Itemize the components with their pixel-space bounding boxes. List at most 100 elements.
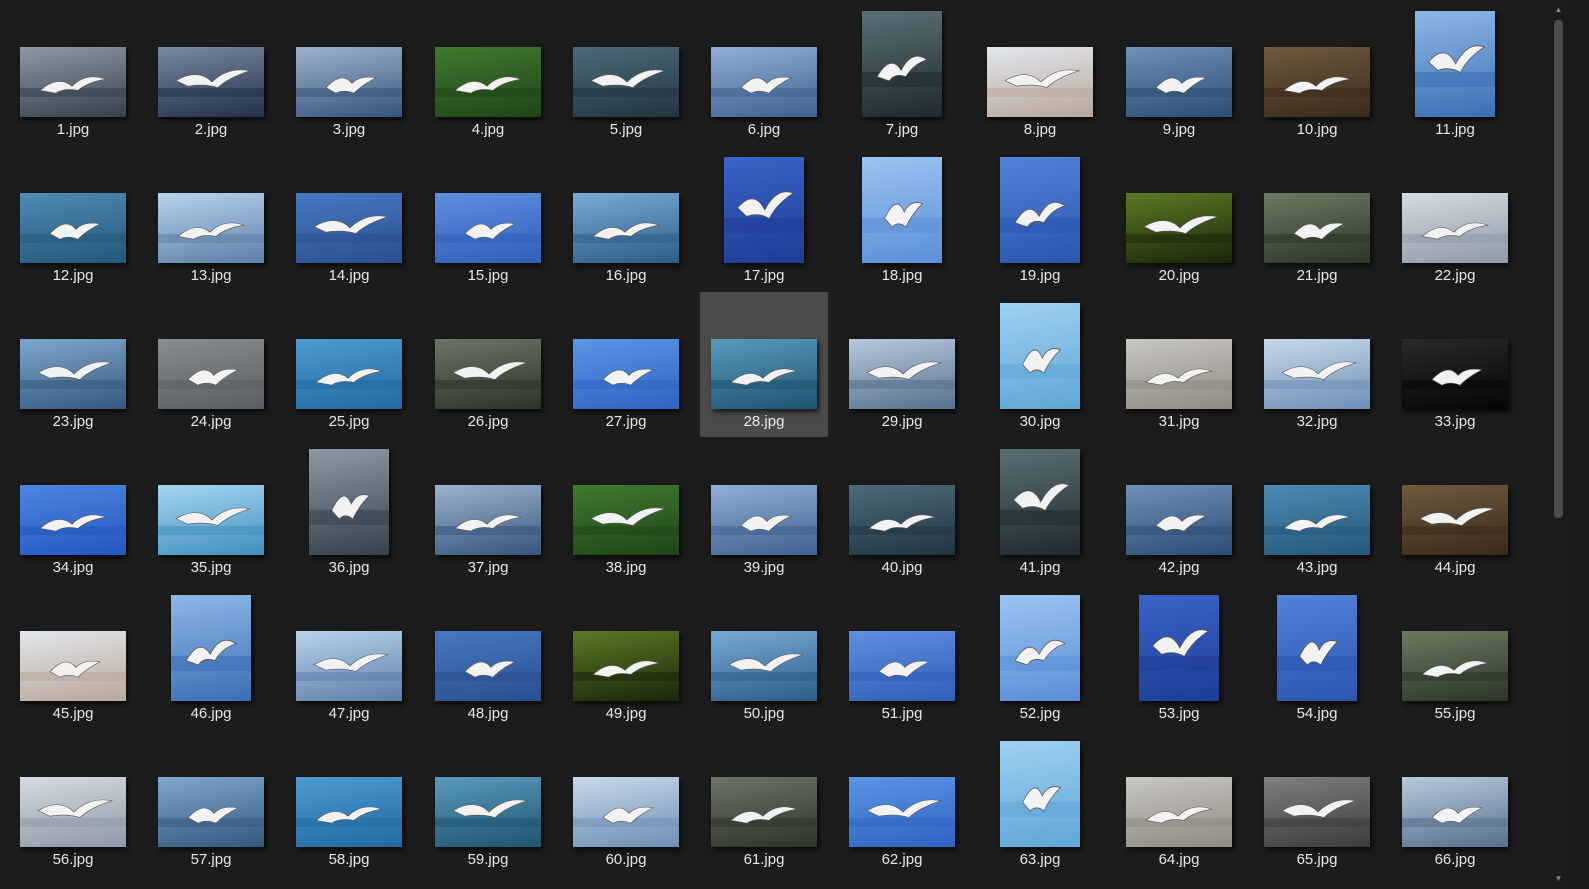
- file-thumbnail-image[interactable]: [1000, 595, 1080, 701]
- file-item[interactable]: 50.jpg: [700, 584, 828, 729]
- file-item[interactable]: 40.jpg: [838, 438, 966, 583]
- file-thumbnail-image[interactable]: [849, 485, 955, 555]
- file-item[interactable]: 1.jpg: [9, 0, 137, 145]
- file-thumbnail-image[interactable]: [987, 47, 1093, 117]
- file-item[interactable]: 42.jpg: [1115, 438, 1243, 583]
- file-item[interactable]: 63.jpg: [976, 730, 1104, 875]
- file-item[interactable]: 24.jpg: [147, 292, 275, 437]
- file-item[interactable]: 53.jpg: [1115, 584, 1243, 729]
- file-thumbnail-image[interactable]: [20, 777, 126, 847]
- file-item[interactable]: 31.jpg: [1115, 292, 1243, 437]
- file-item[interactable]: 13.jpg: [147, 146, 275, 291]
- file-thumbnail-image[interactable]: [1126, 193, 1232, 263]
- scrollbar-thumb[interactable]: [1554, 20, 1563, 518]
- file-thumbnail-image[interactable]: [435, 631, 541, 701]
- file-item[interactable]: 34.jpg: [9, 438, 137, 583]
- file-item[interactable]: 3.jpg: [285, 0, 413, 145]
- file-thumbnail-image[interactable]: [849, 339, 955, 409]
- file-item[interactable]: 43.jpg: [1253, 438, 1381, 583]
- file-thumbnail-image[interactable]: [724, 157, 804, 263]
- file-thumbnail-image[interactable]: [1000, 303, 1080, 409]
- file-item[interactable]: 15.jpg: [424, 146, 552, 291]
- file-thumbnail-image[interactable]: [171, 595, 251, 701]
- file-thumbnail-image[interactable]: [711, 485, 817, 555]
- file-item[interactable]: 4.jpg: [424, 0, 552, 145]
- file-thumbnail-image[interactable]: [849, 631, 955, 701]
- file-item[interactable]: 33.jpg: [1391, 292, 1519, 437]
- file-thumbnail-image[interactable]: [1000, 157, 1080, 263]
- file-item[interactable]: 44.jpg: [1391, 438, 1519, 583]
- scroll-down-arrow-icon[interactable]: ▼: [1550, 871, 1567, 887]
- file-item[interactable]: 46.jpg: [147, 584, 275, 729]
- file-thumbnail-image[interactable]: [435, 339, 541, 409]
- file-thumbnail-image[interactable]: [435, 777, 541, 847]
- file-item[interactable]: 56.jpg: [9, 730, 137, 875]
- file-item[interactable]: 10.jpg: [1253, 0, 1381, 145]
- file-thumbnail-image[interactable]: [573, 631, 679, 701]
- file-item[interactable]: 27.jpg: [562, 292, 690, 437]
- file-thumbnail-image[interactable]: [573, 485, 679, 555]
- file-thumbnail-image[interactable]: [1402, 777, 1508, 847]
- file-thumbnail-image[interactable]: [158, 485, 264, 555]
- file-item[interactable]: 62.jpg: [838, 730, 966, 875]
- file-item[interactable]: 38.jpg: [562, 438, 690, 583]
- file-thumbnail-image[interactable]: [1000, 449, 1080, 555]
- file-thumbnail-image[interactable]: [1402, 485, 1508, 555]
- file-item[interactable]: 16.jpg: [562, 146, 690, 291]
- file-thumbnail-image[interactable]: [1402, 193, 1508, 263]
- file-thumbnail-image[interactable]: [711, 631, 817, 701]
- file-item[interactable]: 9.jpg: [1115, 0, 1243, 145]
- file-thumbnail-image[interactable]: [20, 485, 126, 555]
- file-item[interactable]: 49.jpg: [562, 584, 690, 729]
- file-thumbnail-image[interactable]: [1264, 47, 1370, 117]
- file-thumbnail-image[interactable]: [1126, 339, 1232, 409]
- file-item[interactable]: 17.jpg: [700, 146, 828, 291]
- file-thumbnail-image[interactable]: [1402, 339, 1508, 409]
- file-item[interactable]: 12.jpg: [9, 146, 137, 291]
- file-item[interactable]: 11.jpg: [1391, 0, 1519, 145]
- file-thumbnail-image[interactable]: [1264, 485, 1370, 555]
- file-item[interactable]: 39.jpg: [700, 438, 828, 583]
- file-item[interactable]: 22.jpg: [1391, 146, 1519, 291]
- file-item[interactable]: 66.jpg: [1391, 730, 1519, 875]
- file-item[interactable]: 45.jpg: [9, 584, 137, 729]
- file-item[interactable]: 64.jpg: [1115, 730, 1243, 875]
- file-thumbnail-image[interactable]: [573, 193, 679, 263]
- file-thumbnail-image[interactable]: [573, 777, 679, 847]
- file-item[interactable]: 57.jpg: [147, 730, 275, 875]
- file-thumbnail-image[interactable]: [296, 777, 402, 847]
- file-thumbnail-image[interactable]: [158, 193, 264, 263]
- file-item[interactable]: 48.jpg: [424, 584, 552, 729]
- file-item[interactable]: 14.jpg: [285, 146, 413, 291]
- file-thumbnail-image[interactable]: [711, 47, 817, 117]
- file-item[interactable]: 23.jpg: [9, 292, 137, 437]
- file-thumbnail-image[interactable]: [296, 339, 402, 409]
- file-thumbnail-image[interactable]: [435, 193, 541, 263]
- file-thumbnail-image[interactable]: [20, 193, 126, 263]
- file-thumbnail-image[interactable]: [573, 339, 679, 409]
- file-item[interactable]: 35.jpg: [147, 438, 275, 583]
- file-item[interactable]: 47.jpg: [285, 584, 413, 729]
- file-thumbnail-image[interactable]: [158, 339, 264, 409]
- file-thumbnail-image[interactable]: [1264, 777, 1370, 847]
- file-thumbnail-image[interactable]: [1126, 47, 1232, 117]
- file-item[interactable]: 51.jpg: [838, 584, 966, 729]
- file-item[interactable]: 65.jpg: [1253, 730, 1381, 875]
- file-thumbnail-image[interactable]: [1126, 485, 1232, 555]
- file-thumbnail-image[interactable]: [20, 631, 126, 701]
- file-thumbnail-image[interactable]: [435, 485, 541, 555]
- file-item[interactable]: 25.jpg: [285, 292, 413, 437]
- file-thumbnail-image[interactable]: [1126, 777, 1232, 847]
- file-thumbnail-image[interactable]: [1139, 595, 1219, 701]
- file-item[interactable]: 2.jpg: [147, 0, 275, 145]
- file-item[interactable]: 36.jpg: [285, 438, 413, 583]
- file-item[interactable]: 5.jpg: [562, 0, 690, 145]
- file-item[interactable]: 6.jpg: [700, 0, 828, 145]
- file-item[interactable]: 52.jpg: [976, 584, 1104, 729]
- file-item[interactable]: 59.jpg: [424, 730, 552, 875]
- file-thumbnail-image[interactable]: [1264, 339, 1370, 409]
- file-thumbnail-image[interactable]: [309, 449, 389, 555]
- file-thumbnail-image[interactable]: [862, 11, 942, 117]
- file-thumbnail-image[interactable]: [435, 47, 541, 117]
- file-thumbnail-image[interactable]: [862, 157, 942, 263]
